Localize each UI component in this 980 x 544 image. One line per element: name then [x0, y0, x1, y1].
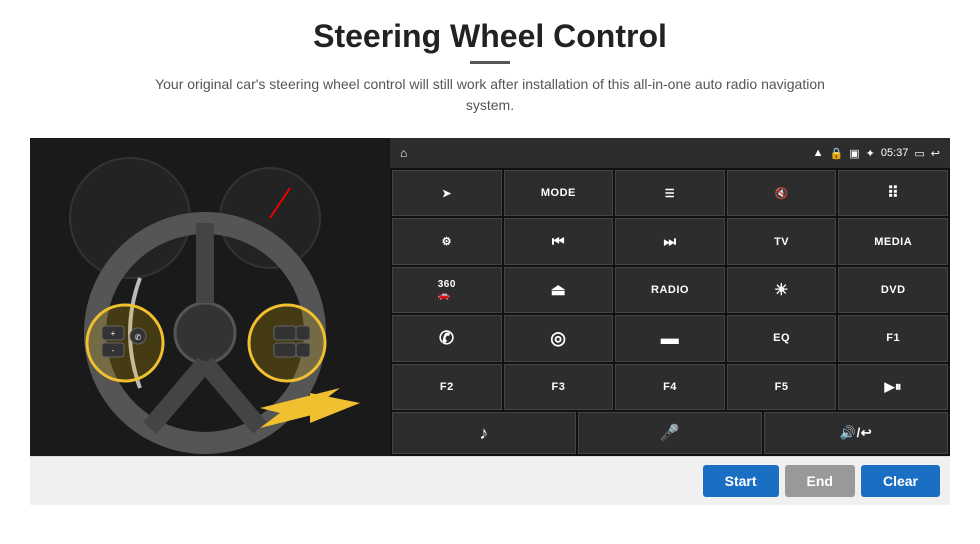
- btn-f3[interactable]: F3: [504, 364, 614, 410]
- btn-prev[interactable]: ⏮: [504, 218, 614, 264]
- title-section: Steering Wheel Control Your original car…: [140, 18, 840, 130]
- steering-wheel-svg: + - ✆: [30, 138, 390, 456]
- svg-text:✆: ✆: [135, 333, 142, 342]
- screen-icon: ▭: [914, 147, 924, 160]
- status-left: ⌂: [400, 146, 407, 160]
- wifi-icon: ▲: [813, 147, 824, 159]
- bt-icon: ✦: [866, 147, 875, 160]
- btn-next[interactable]: ⏭: [615, 218, 725, 264]
- lock-icon: 🔒: [830, 147, 844, 160]
- status-bar: ⌂ ▲ 🔒 ▣ ✦ 05:37 ▭ ↩: [390, 138, 950, 168]
- svg-text:+: +: [111, 329, 116, 338]
- btn-f5[interactable]: F5: [727, 364, 837, 410]
- btn-dvd[interactable]: DVD: [838, 267, 948, 313]
- time-display: 05:37: [881, 147, 909, 159]
- btn-settings[interactable]: ⚙: [392, 218, 502, 264]
- btn-phone-call[interactable]: 🔊/↩: [764, 412, 948, 454]
- button-grid: ➤ MODE ☰ 🔇 ⠿ ⚙ ⏮ ⏭ TV MEDIA 360🚗 ⏏ RADIO…: [390, 168, 950, 412]
- svg-text:-: -: [112, 346, 115, 355]
- btn-eq[interactable]: EQ: [727, 315, 837, 361]
- btn-play-pause[interactable]: ▶⏸: [838, 364, 948, 410]
- btn-phone[interactable]: ✆: [392, 315, 502, 361]
- page-title: Steering Wheel Control: [140, 18, 840, 55]
- btn-navigate[interactable]: ➤: [392, 170, 502, 216]
- btn-apps[interactable]: ⠿: [838, 170, 948, 216]
- clear-button[interactable]: Clear: [861, 465, 940, 497]
- btn-media[interactable]: MEDIA: [838, 218, 948, 264]
- home-icon[interactable]: ⌂: [400, 146, 407, 160]
- start-button[interactable]: Start: [703, 465, 779, 497]
- control-panel: ⌂ ▲ 🔒 ▣ ✦ 05:37 ▭ ↩ ➤ MODE ☰ 🔇: [390, 138, 950, 456]
- title-divider: [470, 61, 510, 64]
- last-row: ♪ 🎤 🔊/↩: [390, 412, 950, 456]
- btn-f2[interactable]: F2: [392, 364, 502, 410]
- end-button[interactable]: End: [785, 465, 855, 497]
- content-area: + - ✆ ⌂: [30, 138, 950, 456]
- page-container: Steering Wheel Control Your original car…: [0, 0, 980, 544]
- bottom-action-bar: Start End Clear: [30, 456, 950, 505]
- btn-microphone[interactable]: 🎤: [578, 412, 762, 454]
- back-icon[interactable]: ↩: [931, 147, 940, 160]
- btn-mute[interactable]: 🔇: [727, 170, 837, 216]
- btn-eject[interactable]: ⏏: [504, 267, 614, 313]
- status-right: ▲ 🔒 ▣ ✦ 05:37 ▭ ↩: [813, 147, 940, 160]
- steering-wheel-image: + - ✆: [30, 138, 390, 456]
- btn-swirl[interactable]: ◎: [504, 315, 614, 361]
- btn-screen[interactable]: ▬: [615, 315, 725, 361]
- page-subtitle: Your original car's steering wheel contr…: [140, 74, 840, 116]
- btn-music[interactable]: ♪: [392, 412, 576, 454]
- sd-icon: ▣: [849, 147, 859, 160]
- btn-tv[interactable]: TV: [727, 218, 837, 264]
- btn-f4[interactable]: F4: [615, 364, 725, 410]
- btn-f1[interactable]: F1: [838, 315, 948, 361]
- btn-menu[interactable]: ☰: [615, 170, 725, 216]
- btn-360[interactable]: 360🚗: [392, 267, 502, 313]
- btn-mode[interactable]: MODE: [504, 170, 614, 216]
- btn-brightness[interactable]: ☀: [727, 267, 837, 313]
- btn-radio[interactable]: RADIO: [615, 267, 725, 313]
